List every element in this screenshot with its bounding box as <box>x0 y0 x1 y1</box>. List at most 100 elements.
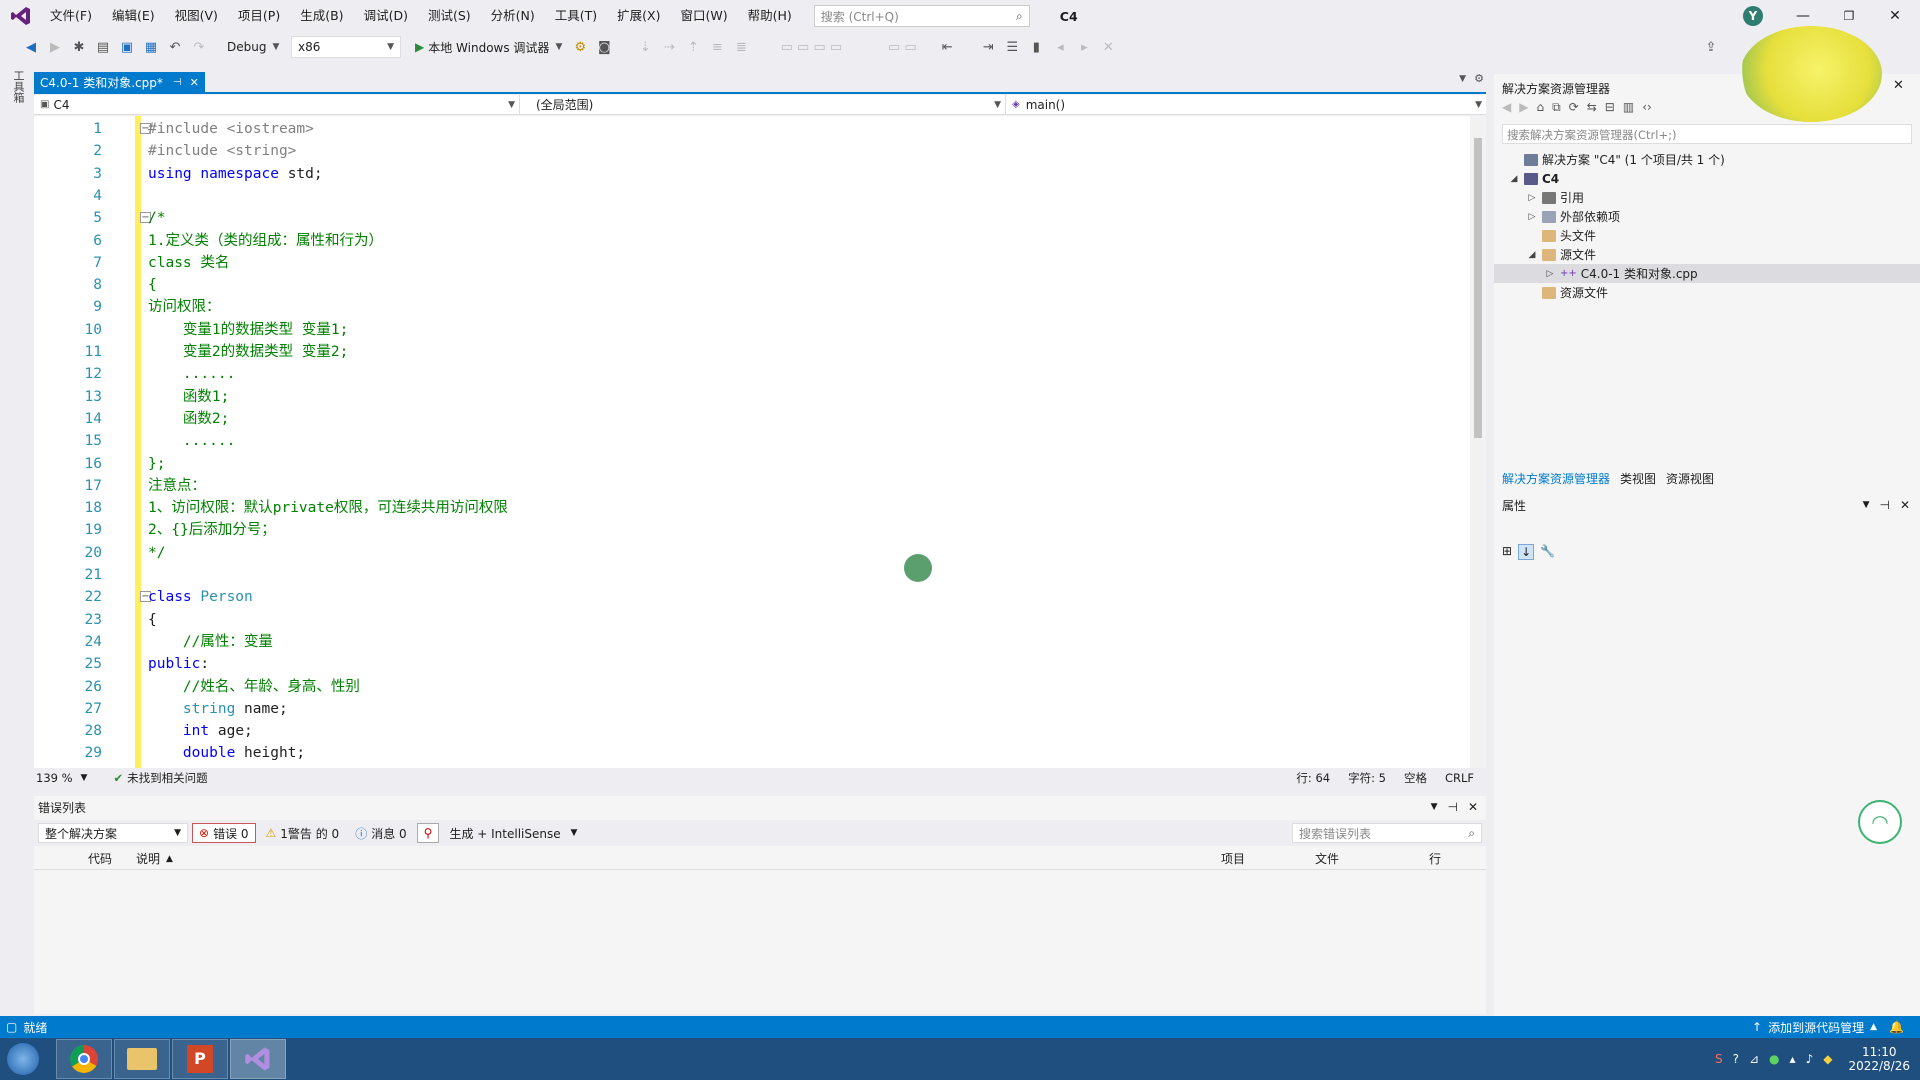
collapse-all-icon[interactable]: ⊟ <box>1605 100 1615 118</box>
clear-bookmarks-icon[interactable]: ✕ <box>1099 36 1117 58</box>
expanded-triangle-icon[interactable]: ◢ <box>1526 250 1538 260</box>
chevron-down-icon[interactable]: ▼ <box>1431 802 1438 812</box>
align-icon[interactable]: ☰ <box>1003 36 1021 58</box>
new-project-icon[interactable]: ✱ <box>70 36 88 58</box>
show-all-files-icon[interactable]: ▥ <box>1623 100 1634 118</box>
taskbar-file-explorer[interactable] <box>114 1039 170 1079</box>
restore-icon[interactable]: ❐ <box>1826 0 1872 32</box>
collapsed-triangle-icon[interactable]: ▷ <box>1544 269 1556 279</box>
solution-search-input[interactable]: 搜索解决方案资源管理器(Ctrl+;) <box>1502 124 1912 144</box>
help-icon[interactable]: ? <box>1733 1052 1739 1066</box>
close-panel-icon[interactable]: ✕ <box>1900 498 1910 512</box>
categorized-icon[interactable]: ⊞ <box>1502 544 1512 560</box>
tab-list-dropdown-icon[interactable]: ▼ <box>1459 74 1466 84</box>
comment-icon[interactable]: ≡ <box>708 36 726 58</box>
sync-icon[interactable]: ⇆ <box>1587 100 1597 118</box>
column-project[interactable]: 项目 <box>1221 850 1245 867</box>
code-view-icon[interactable]: ‹› <box>1642 100 1652 118</box>
wifi-widget-icon[interactable]: ◠ <box>1858 800 1902 844</box>
close-window-icon[interactable]: ✕ <box>1872 0 1918 32</box>
build-filter-select[interactable]: 生成 + IntelliSense ▼ <box>443 823 583 843</box>
tree-source-file-selected[interactable]: ▷ ++ C4.0-1 类和对象.cpp <box>1494 264 1920 283</box>
step-out-icon[interactable]: ⇡ <box>684 36 702 58</box>
collapsed-triangle-icon[interactable]: ▷ <box>1526 212 1538 222</box>
security-icon[interactable]: ◆ <box>1823 1052 1832 1066</box>
property-pages-icon[interactable]: 🔧 <box>1540 544 1555 560</box>
close-tab-icon[interactable]: ✕ <box>190 76 199 89</box>
home-icon[interactable]: ⌂ <box>1536 100 1544 118</box>
chevron-down-icon[interactable]: ▼ <box>1863 500 1870 510</box>
clock[interactable]: 11:10 2022/8/26 <box>1848 1045 1910 1073</box>
menu-edit[interactable]: 编辑(E) <box>102 0 165 32</box>
save-icon[interactable]: ▣ <box>118 36 136 58</box>
tab-solution-explorer[interactable]: 解决方案资源管理器 <box>1502 470 1610 487</box>
pin-icon[interactable]: ⊣ <box>173 77 182 88</box>
menu-extensions[interactable]: 扩展(X) <box>607 0 670 32</box>
tree-header-files[interactable]: 头文件 <box>1526 226 1596 245</box>
tab-class-view[interactable]: 类视图 <box>1620 470 1656 487</box>
errors-filter-button[interactable]: ⊗ 错误 0 <box>192 823 256 843</box>
live-share-icon[interactable]: ⇪ <box>1702 36 1720 58</box>
screenshot-icon[interactable]: ◙ <box>595 36 613 58</box>
menu-view[interactable]: 视图(V) <box>165 0 228 32</box>
column-line[interactable]: 行 <box>1429 850 1441 867</box>
quick-search-input[interactable]: 搜索 (Ctrl+Q) ⌕ <box>813 5 1030 27</box>
step-into-icon[interactable]: ⇣ <box>636 36 654 58</box>
tree-project[interactable]: ◢ C4 <box>1508 169 1560 188</box>
step-over-icon[interactable]: ⇢ <box>660 36 678 58</box>
tab-active-document[interactable]: C4.0-1 类和对象.cpp* ⊣ ✕ <box>34 72 205 92</box>
menu-analyze[interactable]: 分析(N) <box>481 0 545 32</box>
add-source-control[interactable]: 添加到源代码管理 <box>1768 1019 1864 1036</box>
close-panel-icon[interactable]: ✕ <box>1468 800 1478 814</box>
messages-filter-button[interactable]: ⓘ 消息 0 <box>349 823 412 843</box>
scope-select[interactable]: 整个解决方案 ▼ <box>38 823 188 843</box>
taskbar-powerpoint[interactable]: P <box>172 1039 228 1079</box>
member-dropdown[interactable]: ◈ main() ▼ <box>1006 95 1486 114</box>
tree-resource-files[interactable]: 资源文件 <box>1526 283 1608 302</box>
menu-project[interactable]: 项目(P) <box>228 0 290 32</box>
show-hidden-icons[interactable]: ▴ <box>1790 1052 1796 1066</box>
column-file[interactable]: 文件 <box>1315 850 1339 867</box>
tree-external-dependencies[interactable]: ▷ 外部依赖项 <box>1526 207 1620 226</box>
switch-views-icon[interactable]: ⧉ <box>1552 100 1561 118</box>
tab-resource-view[interactable]: 资源视图 <box>1666 470 1714 487</box>
tree-solution[interactable]: 解决方案 "C4" (1 个项目/共 1 个) <box>1508 150 1725 169</box>
menu-test[interactable]: 测试(S) <box>418 0 481 32</box>
redo-icon[interactable]: ↷ <box>190 36 208 58</box>
tree-references[interactable]: ▷ 引用 <box>1526 188 1584 207</box>
menu-help[interactable]: 帮助(H) <box>738 0 802 32</box>
pending-changes-icon[interactable]: ⟳ <box>1569 100 1579 118</box>
back-icon[interactable]: ◀ <box>1502 100 1511 118</box>
column-description[interactable]: 说明 <box>136 850 160 867</box>
save-all-icon[interactable]: ▦ <box>142 36 160 58</box>
close-explorer-icon[interactable]: ✕ <box>1893 78 1904 93</box>
project-dropdown[interactable]: ▣ C4 ▼ <box>34 95 520 114</box>
start-button[interactable] <box>0 1038 46 1080</box>
outdent-icon[interactable]: ⇤ <box>938 36 956 58</box>
tray-app-icon[interactable]: ● <box>1769 1052 1779 1066</box>
open-file-icon[interactable]: ▤ <box>94 36 112 58</box>
ime-icon[interactable]: S <box>1715 1052 1723 1066</box>
scrollbar-thumb[interactable] <box>1474 138 1482 438</box>
undo-icon[interactable]: ↶ <box>166 36 184 58</box>
uncomment-icon[interactable]: ≣ <box>732 36 750 58</box>
taskbar-visual-studio[interactable] <box>230 1039 286 1079</box>
notifications-icon[interactable]: 🔔 <box>1889 1020 1904 1034</box>
toolbox-tab[interactable]: 工具箱 <box>8 70 26 120</box>
chevron-down-icon[interactable]: ▼ <box>81 773 88 783</box>
expanded-triangle-icon[interactable]: ◢ <box>1508 174 1520 184</box>
taskbar-chrome[interactable] <box>56 1039 112 1079</box>
menu-build[interactable]: 生成(B) <box>290 0 353 32</box>
scope-dropdown[interactable]: (全局范围) ▼ <box>520 95 1006 114</box>
menu-debug[interactable]: 调试(D) <box>354 0 418 32</box>
editor-vertical-scrollbar[interactable] <box>1470 116 1486 768</box>
pin-icon[interactable]: ⊣ <box>1879 498 1889 512</box>
issues-status[interactable]: 未找到相关问题 <box>127 770 208 786</box>
platform-select[interactable]: x86 ▼ <box>291 36 401 58</box>
bookmark-icon[interactable]: ▮ <box>1027 36 1045 58</box>
indent-icon[interactable]: ⇥ <box>979 36 997 58</box>
menu-tools[interactable]: 工具(T) <box>545 0 607 32</box>
pin-icon[interactable]: ⊣ <box>1447 800 1457 814</box>
zoom-level[interactable]: 139 % <box>36 771 73 785</box>
settings-gear-icon[interactable]: ⚙ <box>1474 72 1484 85</box>
